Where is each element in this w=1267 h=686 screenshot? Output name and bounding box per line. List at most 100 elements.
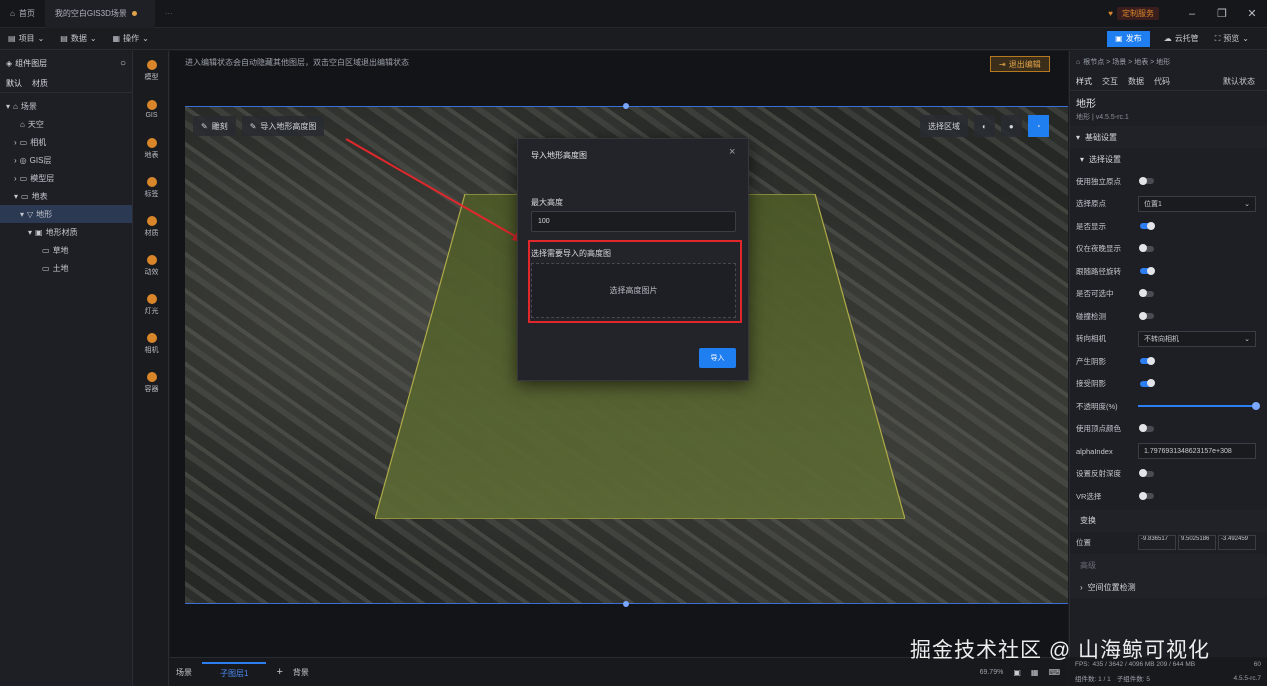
toggle-switch[interactable] <box>1140 356 1155 365</box>
menu-project[interactable]: ▤ 项目 ⌄ <box>0 33 52 44</box>
tree-item-camera[interactable]: › ▭ 相机 <box>0 133 132 151</box>
background-tab[interactable]: 背景 <box>293 667 309 678</box>
tree-item-model-layer[interactable]: › ▭ 模型层 <box>0 169 132 187</box>
rail-surface[interactable]: 地表 <box>134 129 169 168</box>
select-region-button[interactable]: 选择区域 <box>920 115 968 137</box>
search-icon[interactable]: ○ <box>120 58 126 69</box>
component-count: 组件数: 1 / 1 <box>1075 676 1111 683</box>
section-advanced[interactable]: 高级 <box>1070 554 1267 576</box>
property-row: 是否可选中 <box>1070 283 1267 306</box>
rail-container[interactable]: 容器 <box>134 363 169 402</box>
toggle-switch[interactable] <box>1139 244 1154 253</box>
node-subtitle: 地形 | v4.5.5-rc.1 <box>1076 114 1129 121</box>
toggle-switch[interactable] <box>1140 266 1155 275</box>
rail-camera[interactable]: 相机 <box>134 324 169 363</box>
rail-model[interactable]: 模型 <box>134 51 169 90</box>
breadcrumb[interactable]: 根节点 > 场景 > 地表 > 地形 <box>1083 57 1170 67</box>
globe-icon[interactable]: ◐ <box>974 115 995 137</box>
tree-item-grass[interactable]: ▭ 草地 <box>0 241 132 259</box>
section-transform[interactable]: 变换 <box>1070 509 1267 532</box>
minimize-button[interactable]: – <box>1177 0 1207 28</box>
tab-style[interactable]: 样式 <box>1076 76 1092 87</box>
folder-icon: ▭ <box>42 245 50 255</box>
tree-item-surface[interactable]: ▾ ▭ 地表 <box>0 187 132 205</box>
max-height-input[interactable]: 100 <box>531 211 736 232</box>
rail-effect[interactable]: 动效 <box>134 246 169 285</box>
tree-item-terrain[interactable]: ▾ ▽ 地形 <box>0 205 132 223</box>
import-heightmap-tool[interactable]: ✎ 导入地形高度图 <box>241 116 325 136</box>
position-z-input[interactable]: -3.492459 <box>1218 535 1256 551</box>
compass-icon[interactable]: ◔ <box>1027 115 1049 137</box>
selection-handle[interactable] <box>623 601 629 607</box>
toggle-switch[interactable] <box>1140 221 1155 230</box>
tab-default[interactable]: 默认 <box>6 78 22 89</box>
tab-more-icon[interactable]: ··· <box>155 0 183 28</box>
dialog-title: 导入地形高度图 <box>531 151 587 160</box>
publish-icon: ▣ <box>1115 34 1123 43</box>
scene-tab[interactable]: 场景 <box>176 667 192 678</box>
tab-data[interactable]: 数据 <box>1128 76 1144 87</box>
tab-interaction[interactable]: 交互 <box>1102 76 1118 87</box>
section-basic[interactable]: ▾ 基础设置 <box>1070 126 1267 148</box>
caret-right-icon: › <box>14 173 17 183</box>
carve-button[interactable]: ✎ 雕刻 <box>193 116 236 136</box>
layer-tab[interactable]: 子图层1 <box>202 661 267 683</box>
surface-icon <box>146 137 157 148</box>
toggle-switch[interactable] <box>1139 469 1154 478</box>
toggle-switch[interactable] <box>1139 289 1154 298</box>
toggle-switch[interactable] <box>1139 176 1154 185</box>
section-space-detect[interactable]: › 空间位置检测 <box>1070 576 1267 598</box>
property-row: 接受阴影 <box>1070 373 1267 396</box>
zoom-level[interactable]: 69.79% <box>980 669 1004 676</box>
custom-service-badge[interactable]: ♥ 定制服务 <box>1108 7 1159 20</box>
toggle-switch[interactable] <box>1139 424 1154 433</box>
exit-edit-button[interactable]: ⇥ 退出编辑 <box>990 56 1050 72</box>
fit-icon[interactable]: ▣ <box>1013 668 1021 677</box>
position-x-input[interactable]: -9.836517 <box>1138 535 1176 551</box>
toggle-switch[interactable] <box>1140 379 1155 388</box>
slider-handle[interactable] <box>1252 402 1260 411</box>
dropdown-select[interactable]: 不转向相机 ⌄ <box>1138 330 1256 347</box>
dropdown-select[interactable]: 位置1 ⌄ <box>1138 195 1256 212</box>
property-row: 设置反射深度 <box>1070 463 1267 486</box>
heightmap-upload-zone[interactable]: 选择高度图片 <box>531 263 736 318</box>
rail-label[interactable]: 标签 <box>134 168 169 207</box>
dot-icon[interactable]: ● <box>1000 115 1022 137</box>
tab-home[interactable]: ⌂ 首页 <box>0 0 45 28</box>
material-icon: ▣ <box>35 227 43 237</box>
menu-operation[interactable]: ▦ 操作 ⌄ <box>105 33 157 44</box>
position-y-input[interactable]: 9.5025186 <box>1178 535 1216 551</box>
tab-scene[interactable]: 我的空白GIS3D场景 <box>44 0 155 28</box>
rail-light[interactable]: 灯光 <box>134 285 169 324</box>
rail-material[interactable]: 材质 <box>134 207 169 246</box>
tab-code[interactable]: 代码 <box>1154 76 1170 87</box>
preview-button[interactable]: ⛶ 预览 ⌄ <box>1207 33 1257 44</box>
add-layer-button[interactable]: + <box>276 666 282 678</box>
menu-data[interactable]: ▤ 数据 ⌄ <box>52 33 104 44</box>
tree-item-gis[interactable]: › ◎ GIS层 <box>0 151 132 169</box>
cloud-host-button[interactable]: ☁ 云托管 <box>1156 33 1207 44</box>
grid-icon[interactable]: ▦ <box>1031 668 1039 677</box>
state-select[interactable]: 默认状态 <box>1223 76 1255 87</box>
toggle-switch[interactable] <box>1139 491 1154 500</box>
tab-material[interactable]: 材质 <box>32 78 48 89</box>
opacity-slider[interactable] <box>1138 402 1260 411</box>
property-row: VR选择 <box>1070 485 1267 508</box>
close-icon[interactable]: × <box>729 146 735 158</box>
publish-button[interactable]: ▣ 发布 <box>1107 30 1150 47</box>
keyboard-icon[interactable]: ⌨ <box>1048 668 1060 677</box>
rail-gis[interactable]: GIS <box>134 90 169 129</box>
caret-down-icon: ▾ <box>1080 154 1085 164</box>
selection-handle[interactable] <box>623 103 629 109</box>
toggle-switch[interactable] <box>1139 311 1154 320</box>
tree-item-soil[interactable]: ▭ 土地 <box>0 259 132 277</box>
maximize-button[interactable]: ❐ <box>1207 0 1237 28</box>
section-select[interactable]: ▾ 选择设置 <box>1070 148 1267 170</box>
text-input[interactable]: 1.7976931348623157e+308 <box>1138 443 1256 460</box>
tree-item-sky[interactable]: ⌂ 天空 <box>0 115 132 133</box>
pencil-icon: ✎ <box>201 121 208 131</box>
import-button[interactable]: 导入 <box>699 348 736 368</box>
close-button[interactable]: ✕ <box>1237 0 1267 28</box>
tree-item-scene[interactable]: ▾ ⌂ 场景 <box>0 97 132 115</box>
tree-item-terrain-material[interactable]: ▾ ▣ 地形材质 <box>0 223 132 241</box>
